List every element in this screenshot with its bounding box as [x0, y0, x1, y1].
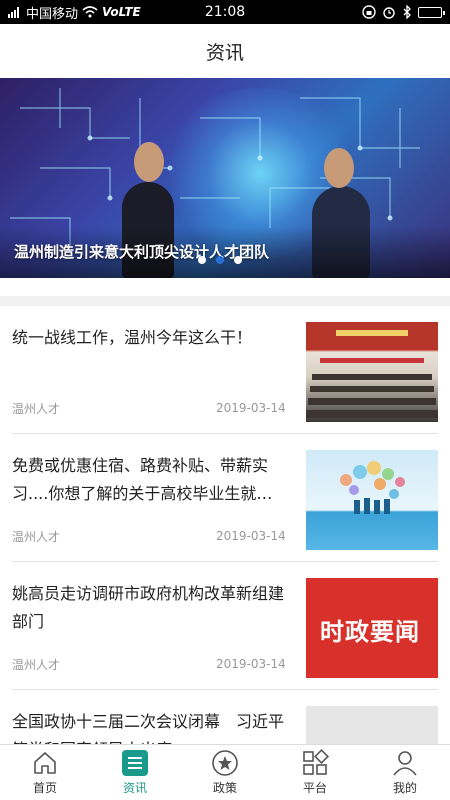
signal-icon: [8, 7, 19, 18]
graduates-illustration: [340, 461, 405, 514]
lock-rotation-icon: [362, 5, 376, 19]
news-item[interactable]: 统一战线工作，温州今年这么干！ 温州人才 2019-03-14: [12, 306, 438, 434]
status-bar: 中国移动 VoLTE 21:08: [0, 0, 450, 24]
home-icon: [34, 752, 56, 774]
tab-label: 资讯: [122, 781, 147, 795]
page-title: 资讯: [0, 24, 450, 78]
meeting-hall-image: [306, 322, 438, 418]
news-list[interactable]: 统一战线工作，温州今年这么干！ 温州人才 2019-03-14 免费或优惠住宿、…: [0, 306, 450, 744]
news-title: 姚高员走访调研市政府机构改革新组建部门: [12, 584, 285, 631]
news-title: 免费或优惠住宿、路费补贴、带薪实习....你想了解的关于高校毕业生就…: [12, 456, 273, 503]
tab-platform[interactable]: 平台: [270, 745, 360, 800]
platform-grid-icon: [303, 749, 329, 775]
section-divider: [0, 296, 450, 306]
tab-policy[interactable]: 政策: [180, 745, 270, 800]
tab-label: 首页: [32, 781, 57, 795]
news-source: 温州人才: [12, 402, 61, 416]
banner-carousel[interactable]: 温州制造引来意大利顶尖设计人才团队: [0, 78, 450, 278]
news-thumbnail: [306, 322, 438, 422]
news-thumbnail: [306, 450, 438, 550]
battery-icon: [418, 6, 445, 18]
banner-person-right-head: [324, 148, 354, 188]
policy-star-icon: [212, 750, 238, 776]
news-title: 统一战线工作，温州今年这么干！: [12, 328, 253, 347]
news-source: 温州人才: [12, 658, 61, 672]
carousel-dots: [198, 256, 242, 264]
news-item[interactable]: 全国政协十三届二次会议闭幕 习近平等党和国家领导人出席: [12, 690, 438, 744]
tab-label: 我的: [392, 781, 417, 795]
volte-label: VoLTE: [102, 5, 141, 19]
tab-news[interactable]: 资讯: [90, 745, 180, 800]
news-icon: [122, 750, 148, 776]
thumbnail-text-logo: 时政要闻: [320, 618, 420, 646]
carousel-dot[interactable]: [234, 256, 242, 264]
carrier-label: 中国移动: [26, 6, 79, 22]
news-source: 温州人才: [12, 530, 61, 544]
news-item[interactable]: 免费或优惠住宿、路费补贴、带薪实习....你想了解的关于高校毕业生就… 温州人才…: [12, 434, 438, 562]
banner-person-left-head: [134, 142, 164, 182]
news-thumbnail: 时政要闻: [306, 578, 438, 678]
wifi-icon: [82, 6, 98, 18]
tab-label: 平台: [302, 781, 327, 795]
bottom-tab-bar: 首页 资讯 政策 平台 我的: [0, 744, 450, 800]
tab-home[interactable]: 首页: [0, 745, 90, 800]
news-title: 全国政协十三届二次会议闭幕 习近平等党和国家领导人出席: [12, 712, 285, 744]
tab-label: 政策: [212, 781, 237, 795]
carousel-dot-active[interactable]: [216, 256, 224, 264]
news-date: 2019-03-14: [216, 529, 286, 543]
tab-profile[interactable]: 我的: [360, 745, 450, 800]
bluetooth-icon: [403, 5, 411, 19]
news-item[interactable]: 姚高员走访调研市政府机构改革新组建部门 温州人才 2019-03-14 时政要闻: [12, 562, 438, 690]
news-thumbnail: [306, 706, 438, 744]
alarm-icon: [383, 7, 395, 19]
carousel-dot[interactable]: [198, 256, 206, 264]
profile-icon: [393, 751, 417, 776]
news-date: 2019-03-14: [216, 657, 286, 671]
news-date: 2019-03-14: [216, 401, 286, 415]
